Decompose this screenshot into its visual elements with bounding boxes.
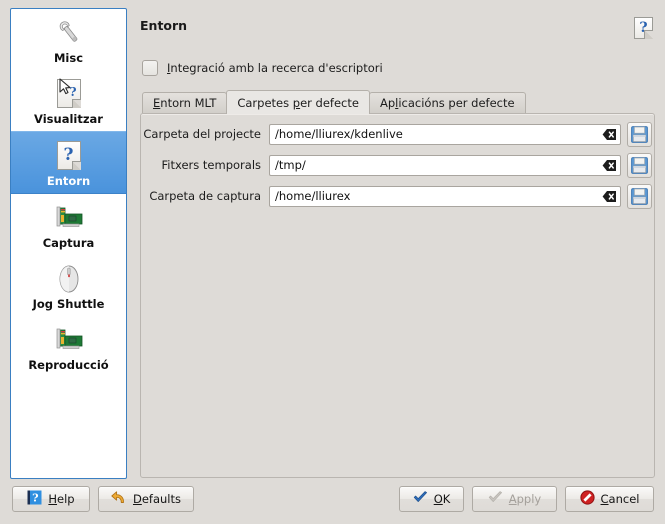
settings-dialog: Misc ? Visualitzar ? Entorn Captura Jog … xyxy=(0,0,665,524)
browse-folder-button[interactable] xyxy=(627,152,652,178)
project-folder-input[interactable] xyxy=(269,123,621,145)
sidebar-item-label: Misc xyxy=(53,51,84,65)
save-folder-icon xyxy=(631,125,648,143)
tab-label: Entorn MLT xyxy=(153,96,217,110)
temp-files-input-wrap xyxy=(269,154,621,176)
sidebar-item-misc[interactable]: Misc xyxy=(11,9,126,70)
dialog-button-bar: ? Help Defaults OK Apply Cancel xyxy=(0,478,665,524)
sidebar-item-label: Jog Shuttle xyxy=(32,297,105,311)
button-label: Defaults xyxy=(132,492,181,506)
capture-folder-input[interactable] xyxy=(269,185,621,207)
clear-text-icon[interactable] xyxy=(602,189,617,204)
help-document-icon[interactable]: ? xyxy=(634,17,655,40)
help-question-icon: ? xyxy=(27,490,42,508)
wrench-icon xyxy=(52,15,86,49)
tab-entorn-mlt[interactable]: Entorn MLT xyxy=(142,92,228,113)
checkbox-label: Integració amb la recerca d'escriptori xyxy=(167,61,383,75)
apply-button[interactable]: Apply xyxy=(472,486,557,512)
settings-main-panel: Entorn ? Integració amb la recerca d'esc… xyxy=(136,8,657,478)
cancel-button[interactable]: Cancel xyxy=(565,486,654,512)
form-row-capture-folder: Carpeta de captura xyxy=(141,183,654,209)
document-question-icon: ? xyxy=(52,138,86,172)
svg-text:?: ? xyxy=(33,492,39,505)
save-folder-icon xyxy=(631,156,648,174)
cancel-circle-icon xyxy=(579,490,595,508)
tab-bar[interactable]: Entorn MLT Carpetes per defecte Aplicaci… xyxy=(142,90,526,114)
undo-arrow-icon xyxy=(111,490,127,508)
button-label: Cancel xyxy=(600,492,640,506)
form-row-project-folder: Carpeta del projecte xyxy=(141,121,654,147)
sidebar-item-label: Visualitzar xyxy=(34,112,103,126)
tab-label: Carpetes per defecte xyxy=(237,95,359,110)
field-label: Fitxers temporals xyxy=(161,158,261,172)
clear-text-icon[interactable] xyxy=(602,158,617,173)
help-button[interactable]: ? Help xyxy=(12,486,90,512)
sidebar-item-entorn[interactable]: ? Entorn xyxy=(11,131,126,194)
sidebar-item-label: Captura xyxy=(42,236,95,250)
ok-button[interactable]: OK xyxy=(399,486,464,512)
sidebar-item-reproduccio[interactable]: Reproducció xyxy=(11,316,126,377)
page-title: Entorn xyxy=(140,18,188,33)
button-label: OK xyxy=(433,492,451,506)
capture-folder-input-wrap xyxy=(269,185,621,207)
clear-text-icon[interactable] xyxy=(602,127,617,142)
browse-folder-button[interactable] xyxy=(627,183,652,209)
field-label: Carpeta del projecte xyxy=(143,127,261,141)
sidebar-item-captura[interactable]: Captura xyxy=(11,194,126,255)
sidebar-item-label: Reproducció xyxy=(28,358,109,372)
mouse-icon xyxy=(52,261,86,295)
checkbox-box[interactable] xyxy=(142,60,158,76)
pci-card-icon xyxy=(52,200,86,234)
project-folder-input-wrap xyxy=(269,123,621,145)
defaults-button[interactable]: Defaults xyxy=(98,486,194,512)
sidebar-item-jog-shuttle[interactable]: Jog Shuttle xyxy=(11,255,126,316)
button-label: Help xyxy=(48,492,75,506)
checkmark-icon xyxy=(488,491,503,507)
browse-folder-button[interactable] xyxy=(627,121,652,147)
settings-category-list[interactable]: Misc ? Visualitzar ? Entorn Captura Jog … xyxy=(10,8,127,479)
tab-aplicacions-per-defecte[interactable]: Aplicacións per defecte xyxy=(368,92,526,113)
button-label: Apply xyxy=(508,492,542,506)
document-cursor-icon: ? xyxy=(52,76,86,110)
pci-card-icon xyxy=(52,322,86,356)
tab-panel-carpetes: Carpeta del projecte /home/lliurex/kdenl… xyxy=(140,113,655,478)
checkmark-icon xyxy=(413,491,428,507)
save-folder-icon xyxy=(631,187,648,205)
field-label: Carpeta de captura xyxy=(149,189,261,203)
sidebar-item-visualitzar[interactable]: ? Visualitzar xyxy=(11,70,126,131)
desktop-search-integration-checkbox[interactable]: Integració amb la recerca d'escriptori xyxy=(142,60,383,76)
tab-carpetes-per-defecte[interactable]: Carpetes per defecte xyxy=(226,90,370,114)
temp-files-input[interactable] xyxy=(269,154,621,176)
sidebar-item-label: Entorn xyxy=(46,174,91,188)
tab-label: Aplicacións per defecte xyxy=(379,96,515,110)
form-row-temp-files: Fitxers temporals xyxy=(141,152,654,178)
